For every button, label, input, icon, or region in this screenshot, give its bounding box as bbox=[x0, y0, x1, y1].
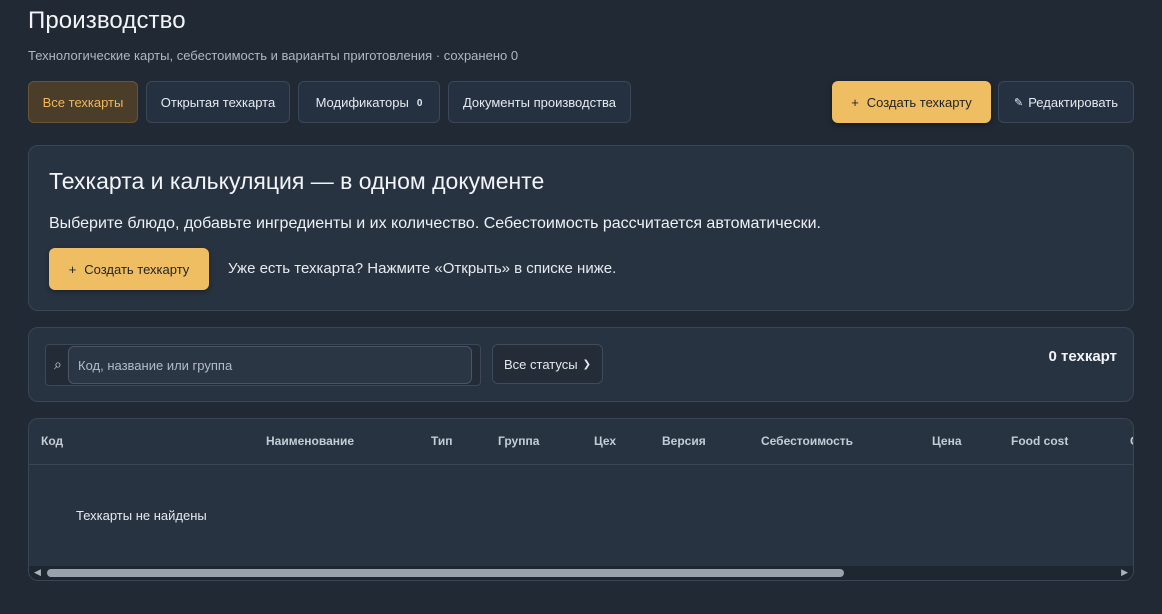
column-header-price[interactable]: Цена bbox=[932, 434, 962, 448]
techcard-count: 0 техкарт bbox=[1048, 348, 1117, 365]
tab-label: Модификаторы bbox=[315, 94, 409, 110]
tab-production-documents[interactable]: Документы производства bbox=[448, 81, 631, 123]
column-header-group[interactable]: Группа bbox=[498, 434, 539, 448]
tab-label: Все техкарты bbox=[42, 94, 124, 110]
scroll-right-icon[interactable]: ▶ bbox=[1121, 567, 1128, 578]
edit-button[interactable]: ✎ Редактировать bbox=[998, 81, 1134, 123]
empty-table-message: Техкарты не найдены bbox=[76, 508, 207, 523]
column-header-name[interactable]: Наименование bbox=[266, 434, 354, 448]
hero-description: Выберите блюдо, добавьте ингредиенты и и… bbox=[49, 215, 821, 232]
scroll-left-icon[interactable]: ◀ bbox=[34, 567, 41, 578]
page-subtitle: Технологические карты, себестоимость и в… bbox=[28, 48, 519, 63]
search-box: ⌕ bbox=[45, 344, 481, 386]
column-header-food-cost[interactable]: Food cost bbox=[1011, 434, 1068, 448]
tab-label: Открытая техкарта bbox=[160, 94, 276, 110]
status-filter-select[interactable]: Все статусы ❯ bbox=[492, 344, 603, 384]
edit-label: Редактировать bbox=[1028, 94, 1119, 110]
scrollbar-thumb[interactable] bbox=[47, 569, 844, 577]
column-header-workshop[interactable]: Цех bbox=[594, 434, 616, 448]
hero-card: Техкарта и калькуляция — в одном докумен… bbox=[28, 145, 1134, 311]
search-input[interactable] bbox=[68, 346, 472, 384]
modifiers-count-badge: 0 bbox=[416, 98, 423, 109]
hero-title: Техкарта и калькуляция — в одном докумен… bbox=[49, 168, 545, 194]
pencil-icon: ✎ bbox=[1013, 96, 1024, 109]
plus-icon: + bbox=[68, 261, 77, 277]
techcards-table: Код Наименование Тип Группа Цех Версия С… bbox=[28, 418, 1134, 581]
page-title: Производство bbox=[28, 7, 186, 34]
hero-create-techcard-button[interactable]: + Создать техкарту bbox=[49, 248, 209, 290]
status-selected-value: Все статусы bbox=[504, 356, 578, 372]
tab-modifiers[interactable]: Модификаторы 0 bbox=[298, 81, 440, 123]
column-header-truncated[interactable]: С bbox=[1130, 434, 1133, 448]
column-header-cost[interactable]: Себестоимость bbox=[761, 434, 853, 448]
search-icon: ⌕ bbox=[54, 356, 62, 372]
tab-label: Документы производства bbox=[462, 94, 617, 110]
hero-hint: Уже есть техкарта? Нажмите «Открыть» в с… bbox=[228, 260, 617, 277]
chevron-down-icon: ❯ bbox=[582, 358, 591, 370]
column-header-code[interactable]: Код bbox=[41, 434, 63, 448]
horizontal-scrollbar[interactable]: ◀ ▶ bbox=[29, 566, 1133, 580]
plus-icon: + bbox=[851, 94, 859, 110]
hero-create-label: Создать техкарту bbox=[84, 261, 190, 277]
table-header: Код Наименование Тип Группа Цех Версия С… bbox=[29, 419, 1133, 465]
tab-open-techcard[interactable]: Открытая техкарта bbox=[146, 81, 290, 123]
create-techcard-label: Создать техкарту bbox=[866, 94, 972, 110]
create-techcard-button[interactable]: + Создать техкарту bbox=[832, 81, 991, 123]
production-page: Производство Технологические карты, себе… bbox=[0, 0, 1162, 614]
filter-card: ⌕ Все статусы ❯ 0 техкарт bbox=[28, 327, 1134, 402]
column-header-type[interactable]: Тип bbox=[431, 434, 453, 448]
tab-all-techcards[interactable]: Все техкарты bbox=[28, 81, 138, 123]
column-header-version[interactable]: Версия bbox=[662, 434, 706, 448]
